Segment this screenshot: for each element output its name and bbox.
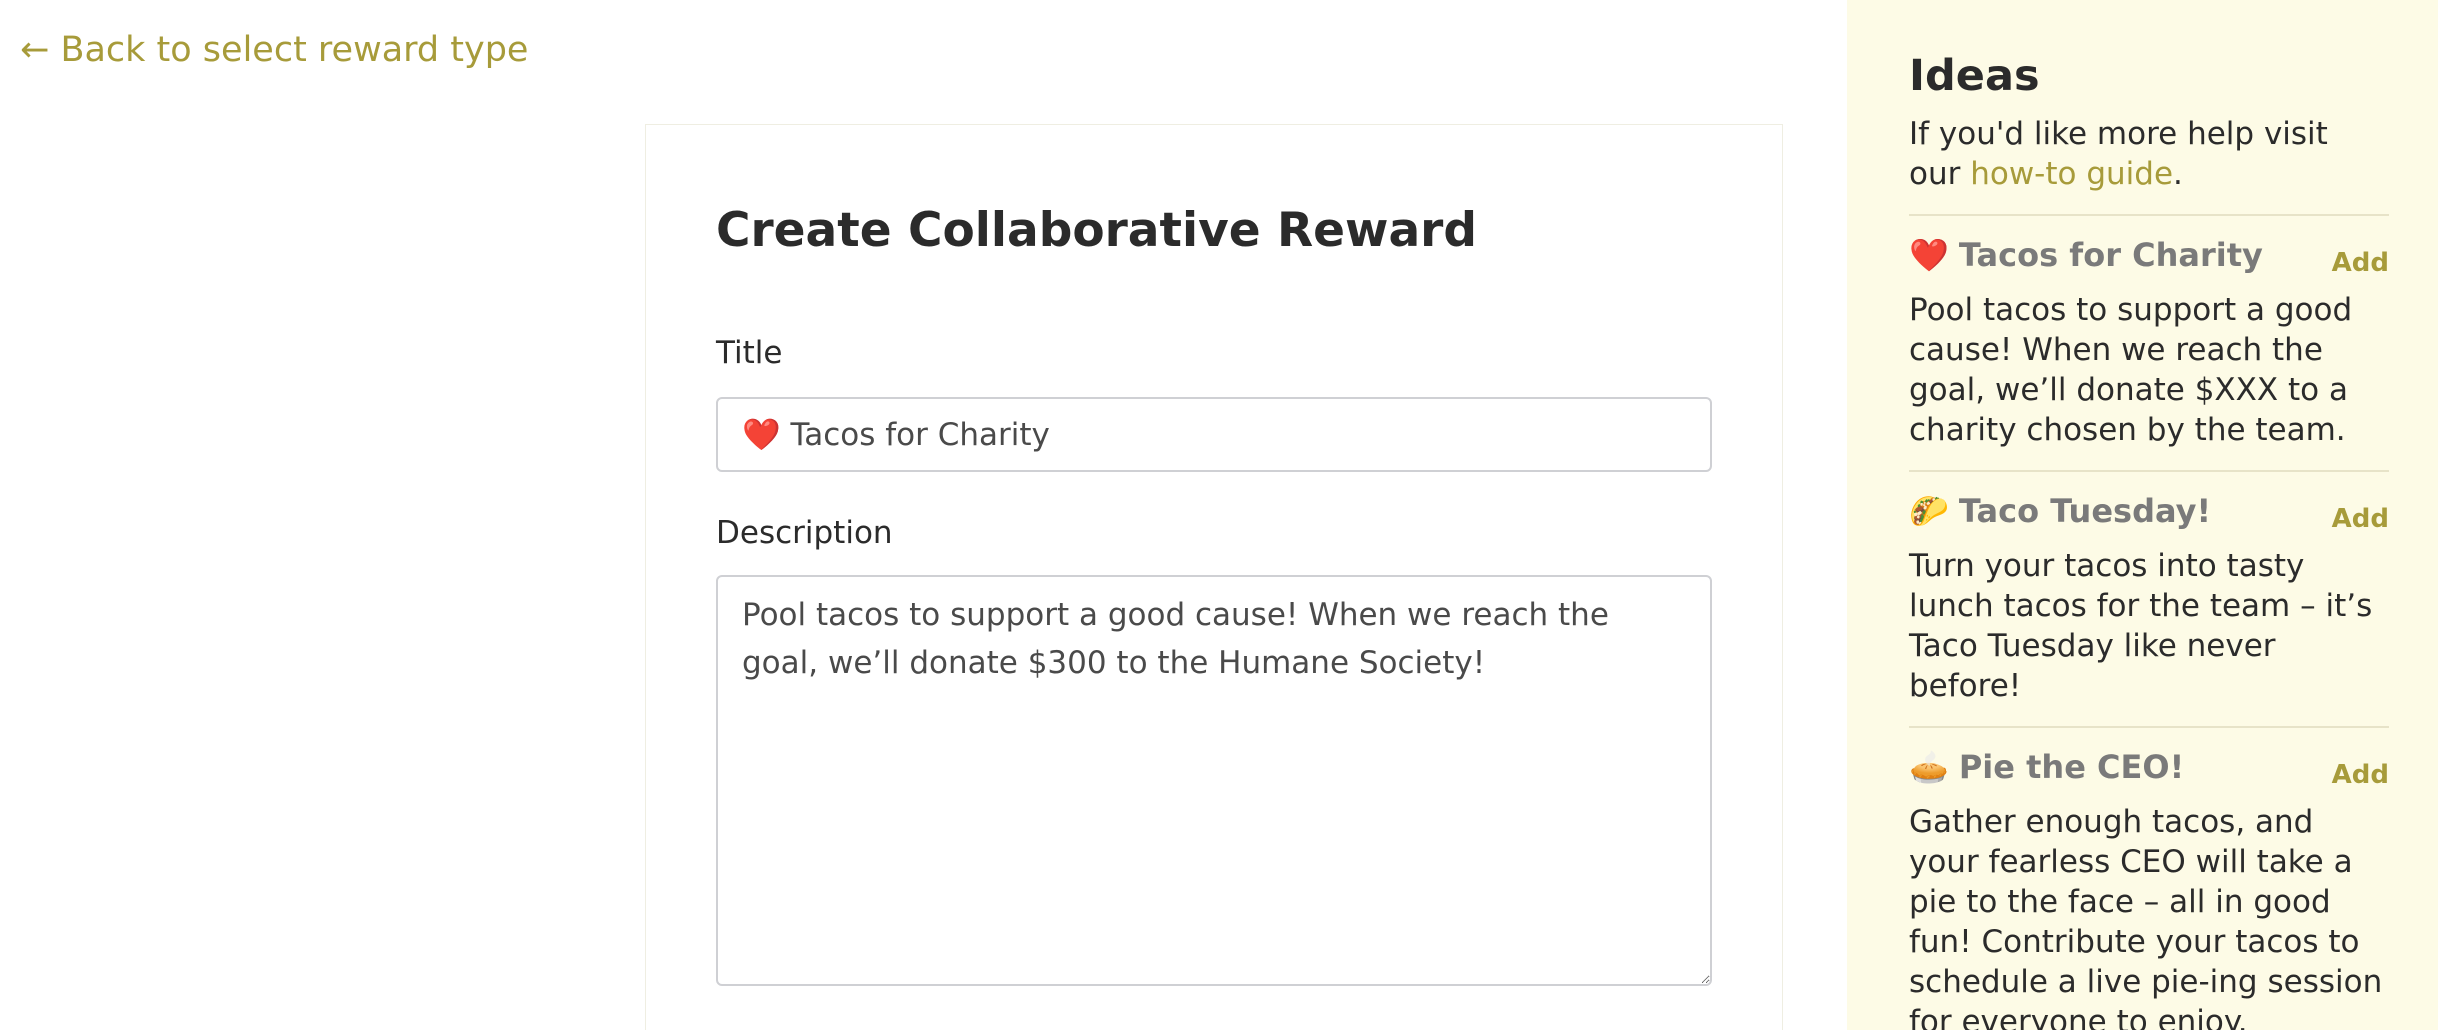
help-text-suffix: . [2173,156,2183,192]
ideas-panel: Ideas If you'd like more help visit our … [1909,48,2389,1030]
idea-description: Turn your tacos into tasty lunch tacos f… [1909,548,2373,704]
idea-title: 🥧 Pie the CEO! [1909,746,2184,788]
help-text: If you'd like more help visit our how-to… [1909,114,2389,194]
ideas-heading: Ideas [1909,51,2040,101]
add-idea-button[interactable]: Add [2332,760,2389,790]
heart-icon: ❤️ [1909,236,1949,274]
idea-title-text: Taco Tuesday! [1958,492,2212,530]
idea-header: ❤️ Tacos for Charity Add [1909,234,2389,278]
idea-header: 🥧 Pie the CEO! Add [1909,746,2389,790]
pie-icon: 🥧 [1909,748,1949,786]
back-to-reward-type-link[interactable]: ← Back to select reward type [20,30,528,70]
add-idea-button[interactable]: Add [2332,504,2389,534]
description-label: Description [716,515,893,551]
title-input[interactable] [716,397,1712,472]
taco-icon: 🌮 [1909,492,1949,530]
how-to-guide-link[interactable]: how-to guide [1970,156,2173,192]
idea-title-text: Pie the CEO! [1958,748,2185,786]
idea-taco-tuesday: 🌮 Taco Tuesday! Add Turn your tacos into … [1909,470,2389,706]
idea-title-text: Tacos for Charity [1958,236,2263,274]
idea-pie-the-ceo: 🥧 Pie the CEO! Add Gather enough tacos, a… [1909,726,2389,1030]
idea-description: Gather enough tacos, and your fearless C… [1909,804,2383,1030]
title-label: Title [716,335,783,371]
page: ← Back to select reward type Create Coll… [0,0,2438,1030]
add-idea-button[interactable]: Add [2332,248,2389,278]
ideas-sidebar: Ideas If you'd like more help visit our … [1847,0,2438,1030]
idea-header: 🌮 Taco Tuesday! Add [1909,490,2389,534]
main-content: ← Back to select reward type Create Coll… [0,0,1847,1030]
description-textarea[interactable]: Pool tacos to support a good cause! When… [716,575,1712,986]
idea-title: ❤️ Tacos for Charity [1909,234,2263,276]
idea-description: Pool tacos to support a good cause! When… [1909,292,2353,448]
idea-title: 🌮 Taco Tuesday! [1909,490,2211,532]
reward-form-card: Create Collaborative Reward Title Descri… [645,124,1783,1030]
idea-tacos-for-charity: ❤️ Tacos for Charity Add Pool tacos to su… [1909,214,2389,450]
page-title: Create Collaborative Reward [716,203,1477,258]
